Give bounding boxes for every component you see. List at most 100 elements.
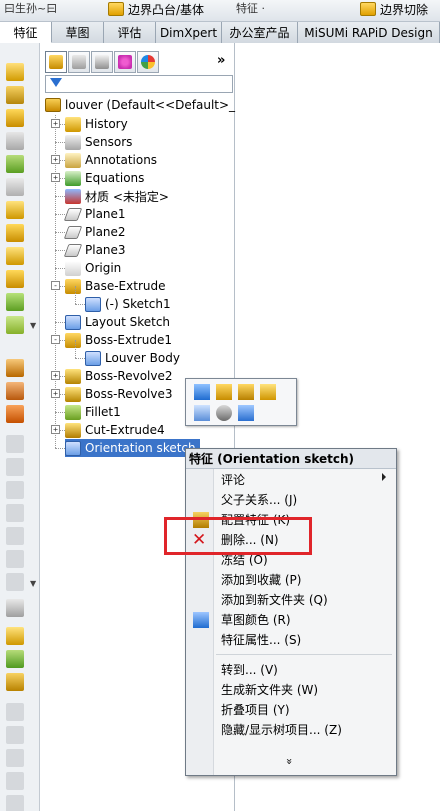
expand-icon[interactable]: +	[51, 155, 60, 164]
shell-icon[interactable]	[6, 270, 24, 288]
tree-item[interactable]: Louver Body	[85, 349, 180, 367]
revolved-boss-icon[interactable]	[6, 86, 24, 104]
menu-item-parent-child[interactable]: 父子关系... (J)	[221, 490, 297, 510]
menu-item-comment[interactable]: 评论	[221, 470, 245, 490]
display-manager-icon	[141, 55, 155, 69]
feature-manager-tab[interactable]	[45, 51, 67, 73]
feature-tree-icon	[49, 55, 63, 69]
boundary-boss-button[interactable]: 边界凸台/基体	[108, 0, 204, 18]
collapse-icon[interactable]: -	[51, 281, 60, 290]
collapse-icon[interactable]: -	[51, 335, 60, 344]
expand-icon[interactable]: +	[51, 119, 60, 128]
move-copy-body-icon[interactable]	[6, 673, 24, 691]
tree-item[interactable]: Boss-Extrude1	[65, 331, 172, 349]
display-manager-tab[interactable]	[137, 51, 159, 73]
revolved-cut-icon[interactable]	[6, 178, 24, 196]
menu-item-sketch-color[interactable]: 草图颜色 (R)	[221, 610, 291, 630]
rollback-icon[interactable]	[238, 384, 254, 400]
zoom-to-selection-icon[interactable]	[216, 405, 232, 421]
tree-item[interactable]: Boss-Revolve2	[65, 367, 173, 385]
tree-item[interactable]: Equations	[65, 169, 144, 187]
chamfer-icon[interactable]	[6, 224, 24, 242]
edit-sketch-icon[interactable]	[194, 384, 210, 400]
tree-item[interactable]: Layout Sketch	[65, 313, 170, 331]
tab-evaluate[interactable]: 评估	[104, 22, 156, 43]
thicken-icon[interactable]	[6, 726, 24, 744]
tab-features[interactable]: 特征	[0, 22, 52, 43]
reference-geometry-icon[interactable]	[6, 316, 24, 334]
tree-item[interactable]: Origin	[65, 259, 121, 277]
tree-item[interactable]: History	[65, 115, 128, 133]
menu-item-add-favorites[interactable]: 添加到收藏 (P)	[221, 570, 301, 590]
extruded-boss-icon[interactable]	[6, 63, 24, 81]
hole-wizard-icon[interactable]	[6, 573, 24, 591]
delete-face-icon[interactable]	[6, 749, 24, 767]
menu-expand-chevron-icon[interactable]: »	[283, 758, 296, 765]
tree-item[interactable]: Plane1	[63, 205, 126, 223]
wrap-icon[interactable]	[6, 405, 24, 423]
menu-item-create-new-folder[interactable]: 生成新文件夹 (W)	[221, 680, 318, 700]
lofted-boss-icon[interactable]	[6, 132, 24, 150]
dome-icon[interactable]	[6, 481, 24, 499]
expand-icon[interactable]: +	[51, 371, 60, 380]
combine-icon[interactable]	[6, 550, 24, 568]
revolve-icon	[65, 368, 81, 384]
fillet-toolbar-icon[interactable]	[6, 201, 24, 219]
edit-feature-icon[interactable]	[216, 384, 232, 400]
expand-icon[interactable]: +	[51, 173, 60, 182]
feature-tree-filter[interactable]	[45, 75, 233, 93]
tab-office-products[interactable]: 办公室产品	[222, 22, 298, 43]
boundary-cut-icon	[360, 2, 376, 16]
intersect-icon[interactable]	[6, 795, 24, 811]
instant3d-icon[interactable]	[6, 382, 24, 400]
tree-item[interactable]: 材质 <未指定>	[65, 187, 169, 205]
rib-icon[interactable]	[6, 247, 24, 265]
property-manager-tab[interactable]	[68, 51, 90, 73]
deform-icon[interactable]	[6, 627, 24, 645]
normal-to-icon[interactable]	[238, 405, 254, 421]
chevron-down-icon[interactable]: ▼	[30, 579, 36, 588]
tab-dimxpert[interactable]: DimXpert	[156, 22, 222, 43]
expand-icon[interactable]: +	[51, 425, 60, 434]
tab-misumi[interactable]: MiSUMi RAPiD Design	[298, 22, 440, 43]
menu-item-go-to[interactable]: 转到... (V)	[221, 660, 278, 680]
chevron-down-icon[interactable]: ▼	[30, 321, 36, 330]
undo-arrow-icon[interactable]	[260, 384, 276, 400]
tree-item[interactable]: Fillet1	[65, 403, 121, 421]
mirror-icon[interactable]	[6, 458, 24, 476]
expand-icon[interactable]: +	[51, 389, 60, 398]
chevron-right-icon[interactable]: »	[217, 53, 225, 68]
menu-item-add-new-folder[interactable]: 添加到新文件夹 (Q)	[221, 590, 328, 610]
tree-item[interactable]: Orientation sketch	[65, 439, 200, 457]
flex-icon[interactable]	[6, 504, 24, 522]
tree-item[interactable]: Plane3	[63, 241, 126, 259]
extruded-cut-icon[interactable]	[6, 155, 24, 173]
menu-item-feature-properties[interactable]: 特征属性... (S)	[221, 630, 301, 650]
tree-item[interactable]: Plane2	[63, 223, 126, 241]
tab-sketch[interactable]: 草图	[52, 22, 104, 43]
replace-face-icon[interactable]	[6, 772, 24, 790]
linear-pattern-icon[interactable]	[6, 435, 24, 453]
tree-root-part[interactable]: louver (Default<<Default>_	[45, 96, 235, 114]
tree-item[interactable]: (-) Sketch1	[85, 295, 171, 313]
tree-item[interactable]: Base-Extrude	[65, 277, 165, 295]
menu-item-collapse-items[interactable]: 折叠项目 (Y)	[221, 700, 290, 720]
context-mini-toolbar	[185, 378, 297, 426]
dimxpert-manager-tab[interactable]	[114, 51, 136, 73]
hide-show-icon[interactable]	[194, 405, 210, 421]
filter-icon	[50, 78, 62, 87]
tree-item[interactable]: Sensors	[65, 133, 132, 151]
curves-icon[interactable]	[6, 359, 24, 377]
indent-icon[interactable]	[6, 650, 24, 668]
menu-item-hide-show-tree-items[interactable]: 隐藏/显示树项目... (Z)	[221, 720, 342, 740]
tree-item[interactable]: Annotations	[65, 151, 157, 169]
split-icon[interactable]	[6, 527, 24, 545]
swept-boss-icon[interactable]	[6, 109, 24, 127]
scale-icon[interactable]	[6, 703, 24, 721]
tree-item[interactable]: Boss-Revolve3	[65, 385, 173, 403]
configuration-manager-tab[interactable]	[91, 51, 113, 73]
boundary-cut-button[interactable]: 边界切除	[360, 0, 428, 18]
draft-icon[interactable]	[6, 293, 24, 311]
tree-item[interactable]: Cut-Extrude4	[65, 421, 165, 439]
freeform-icon[interactable]	[6, 599, 24, 617]
